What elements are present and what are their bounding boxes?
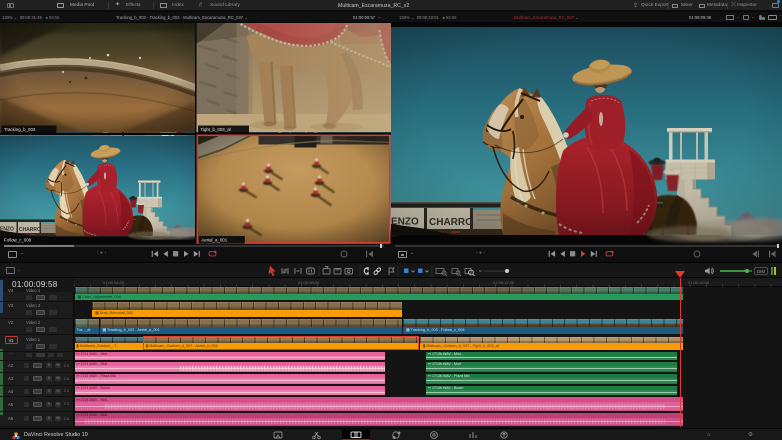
- svg-text:Follow_c_008: Follow_c_008: [4, 238, 32, 243]
- svg-text:Tracking_b_003: Tracking_b_003: [4, 127, 36, 132]
- svg-text:Tight_b_003_al: Tight_b_003_al: [201, 127, 231, 132]
- svg-text:Aerial_a_001: Aerial_a_001: [201, 238, 227, 243]
